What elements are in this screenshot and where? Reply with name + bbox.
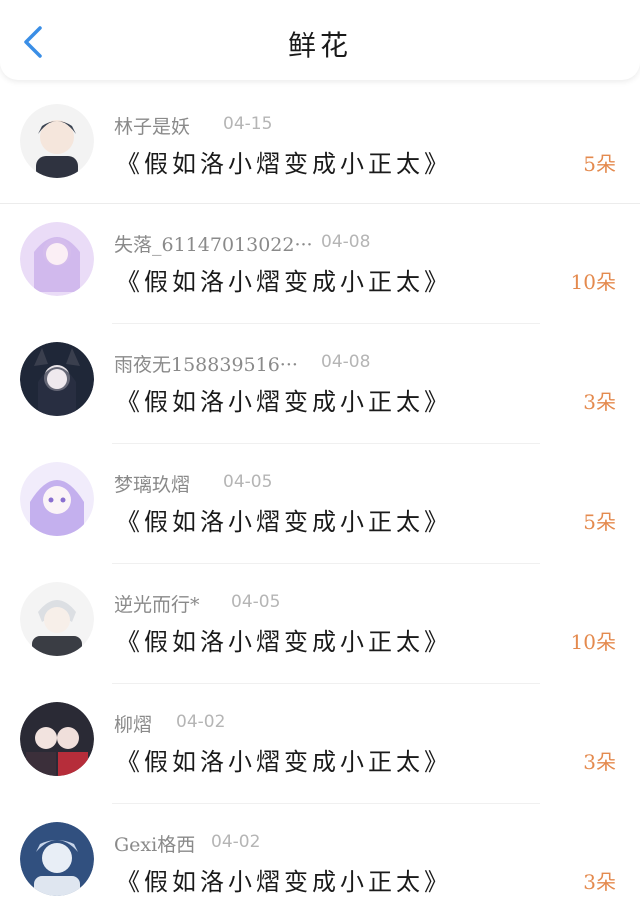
book-title[interactable]: 《假如洛小熠变成小正太》 [116,502,452,537]
gift-date: 04-05 [231,592,281,612]
list-item[interactable]: 失落_61147013022··· 04-08 《假如洛小熠变成小正太》 10朵 [0,204,640,324]
gift-date: 04-02 [176,712,226,732]
user-name[interactable]: Gexi格西 [114,830,195,857]
avatar[interactable] [20,582,94,656]
list-item[interactable]: 梦璃玖熠 04-05 《假如洛小熠变成小正太》 5朵 [0,444,640,564]
flower-count: 5朵 [583,510,616,534]
flower-count: 3朵 [583,390,616,414]
flower-count: 10朵 [570,270,616,294]
list-item[interactable]: 林子是妖 04-15 《假如洛小熠变成小正太》 5朵 [0,86,640,204]
avatar[interactable] [20,222,94,296]
avatar[interactable] [20,702,94,776]
book-title[interactable]: 《假如洛小熠变成小正太》 [116,622,452,657]
gift-date: 04-08 [321,352,371,372]
book-title[interactable]: 《假如洛小熠变成小正太》 [116,262,452,297]
user-name[interactable]: 柳熠 [114,710,152,737]
header-bar: 鲜花 [0,0,640,80]
list-item[interactable]: 柳熠 04-02 《假如洛小熠变成小正太》 3朵 [0,684,640,804]
avatar[interactable] [20,822,94,896]
book-title[interactable]: 《假如洛小熠变成小正太》 [116,382,452,417]
flower-count: 10朵 [570,630,616,654]
list-item[interactable]: Gexi格西 04-02 《假如洛小熠变成小正太》 3朵 [0,804,640,919]
avatar[interactable] [20,104,94,178]
book-title[interactable]: 《假如洛小熠变成小正太》 [116,144,452,179]
user-name[interactable]: 失落_61147013022··· [114,230,313,257]
book-title[interactable]: 《假如洛小熠变成小正太》 [116,742,452,777]
gift-date: 04-02 [211,832,261,852]
book-title[interactable]: 《假如洛小熠变成小正太》 [116,862,452,897]
page-title: 鲜花 [287,29,352,62]
avatar[interactable] [20,462,94,536]
user-name[interactable]: 逆光而行* [114,590,200,617]
gift-date: 04-05 [223,472,273,492]
flower-count: 3朵 [583,870,616,894]
flower-list: 林子是妖 04-15 《假如洛小熠变成小正太》 5朵 失落_6114701302… [0,86,640,919]
user-name[interactable]: 梦璃玖熠 [114,470,190,497]
flower-count: 3朵 [583,750,616,774]
flower-count: 5朵 [583,152,616,176]
user-name[interactable]: 雨夜无158839516··· [114,350,298,377]
user-name[interactable]: 林子是妖 [114,112,190,139]
list-item[interactable]: 雨夜无158839516··· 04-08 《假如洛小熠变成小正太》 3朵 [0,324,640,444]
avatar[interactable] [20,342,94,416]
list-item[interactable]: 逆光而行* 04-05 《假如洛小熠变成小正太》 10朵 [0,564,640,684]
gift-date: 04-15 [223,114,273,134]
gift-date: 04-08 [321,232,371,252]
